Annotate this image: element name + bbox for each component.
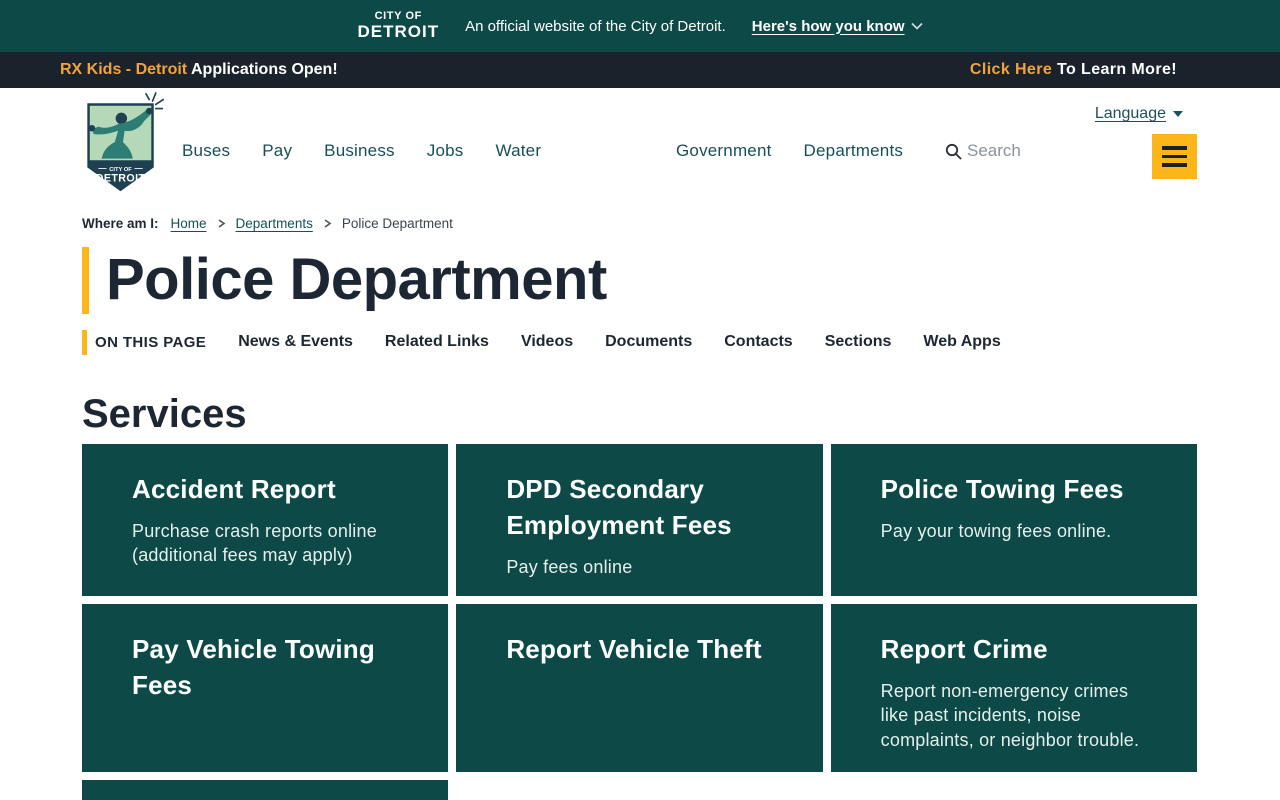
brand-line-2: DETROIT: [357, 21, 440, 41]
service-card-title: Report Crime: [880, 633, 1048, 664]
service-card-title: Police Towing Fees: [880, 473, 1124, 504]
search-icon: [945, 143, 962, 160]
services-grid: Accident Report Purchase crash reports o…: [82, 443, 1197, 800]
nav-item-government[interactable]: Government: [676, 141, 772, 161]
service-card-title: DPD Secondary Employment Fees: [506, 473, 732, 541]
nav-item-water[interactable]: Water: [495, 141, 541, 161]
service-card-description: Pay fees online: [506, 557, 633, 578]
alert-left-text: Applications Open!: [190, 61, 338, 78]
service-card-dpd-secondary-employment-fees[interactable]: DPD Secondary Employment Fees Pay fees o…: [456, 443, 823, 596]
heres-how-you-know-link[interactable]: Here's how you know: [752, 18, 923, 35]
caret-down-icon: [1173, 111, 1183, 117]
language-dropdown[interactable]: Language: [1095, 105, 1183, 123]
hamburger-icon: [1162, 146, 1187, 150]
service-card-police-towing-fees[interactable]: Police Towing Fees Pay your towing fees …: [830, 443, 1197, 596]
menu-button[interactable]: [1152, 134, 1197, 179]
service-card-accident-report[interactable]: Accident Report Purchase crash reports o…: [82, 443, 449, 596]
search-placeholder: Search: [967, 141, 1021, 160]
otp-link-news-events[interactable]: News & Events: [238, 333, 353, 351]
otp-link-web-apps[interactable]: Web Apps: [923, 333, 1000, 351]
page-title: Police Department: [106, 247, 607, 312]
service-card-report-vehicle-theft[interactable]: Report Vehicle Theft: [456, 603, 823, 772]
service-card-pay-vehicle-towing-fees[interactable]: Pay Vehicle Towing Fees: [82, 603, 449, 772]
service-card-report-crime[interactable]: Report Crime Report non-emergency crimes…: [830, 603, 1197, 772]
svg-text:DETROIT: DETROIT: [96, 173, 146, 185]
breadcrumb-home[interactable]: Home: [171, 216, 207, 231]
site-header: CITY OF DETROIT Buses Pay Business Jobs …: [0, 88, 1280, 200]
primary-nav: Buses Pay Business Jobs Water: [182, 141, 541, 161]
services-section-title: Services: [82, 391, 247, 436]
search-input[interactable]: Search: [945, 141, 1021, 161]
alert-banner: RX Kids - Detroit Applications Open! Cli…: [0, 52, 1280, 88]
spirit-of-detroit-logo-icon: CITY OF DETROIT: [87, 92, 164, 192]
service-card-title: Pay Vehicle Towing Fees: [132, 633, 375, 701]
alert-banner-right[interactable]: Click Here To Learn More!: [970, 61, 1177, 79]
service-card-description: Purchase crash reports online (additiona…: [132, 521, 377, 566]
on-this-page-label: ON THIS PAGE: [95, 333, 207, 351]
service-card-partial[interactable]: [82, 779, 449, 800]
otp-link-sections[interactable]: Sections: [825, 333, 892, 351]
secondary-nav: Government Departments: [676, 141, 903, 161]
alert-left-highlight: RX Kids - Detroit: [60, 61, 188, 78]
on-this-page-accent-bar: [82, 329, 87, 355]
title-accent-bar: [82, 247, 89, 314]
official-bar-brand: CITY OF DETROIT: [357, 11, 439, 40]
breadcrumb: Where am I: Home Departments Police Depa…: [82, 216, 1280, 231]
official-website-bar: CITY OF DETROIT An official website of t…: [0, 0, 1280, 52]
page-title-row: Police Department: [82, 247, 1280, 314]
service-card-title: Accident Report: [132, 473, 336, 504]
nav-item-departments[interactable]: Departments: [804, 141, 904, 161]
nav-item-business[interactable]: Business: [324, 141, 395, 161]
city-of-detroit-logo[interactable]: CITY OF DETROIT: [82, 90, 164, 196]
official-website-text: An official website of the City of Detro…: [465, 17, 726, 35]
chevron-right-icon: [218, 219, 225, 228]
otp-link-documents[interactable]: Documents: [605, 333, 692, 351]
service-card-description: Report non-emergency crimes like past in…: [880, 681, 1140, 750]
breadcrumb-label: Where am I:: [82, 216, 159, 231]
alert-right-text: To Learn More!: [1057, 61, 1177, 78]
breadcrumb-current: Police Department: [341, 216, 453, 231]
otp-link-videos[interactable]: Videos: [521, 333, 573, 351]
service-card-description: Pay your towing fees online.: [880, 521, 1112, 542]
on-this-page-links: News & Events Related Links Videos Docum…: [238, 333, 1001, 351]
alert-right-highlight: Click Here: [969, 61, 1053, 78]
nav-item-jobs[interactable]: Jobs: [427, 141, 464, 161]
on-this-page-nav: ON THIS PAGE News & Events Related Links…: [82, 329, 1280, 355]
nav-item-pay[interactable]: Pay: [262, 141, 292, 161]
otp-link-contacts[interactable]: Contacts: [724, 333, 792, 351]
breadcrumb-departments[interactable]: Departments: [236, 216, 313, 231]
chevron-down-icon: [910, 22, 923, 30]
otp-link-related-links[interactable]: Related Links: [385, 333, 489, 351]
chevron-right-icon: [324, 219, 332, 228]
alert-banner-left[interactable]: RX Kids - Detroit Applications Open!: [60, 61, 338, 79]
nav-item-buses[interactable]: Buses: [182, 141, 230, 161]
service-card-title: Report Vehicle Theft: [506, 633, 762, 664]
